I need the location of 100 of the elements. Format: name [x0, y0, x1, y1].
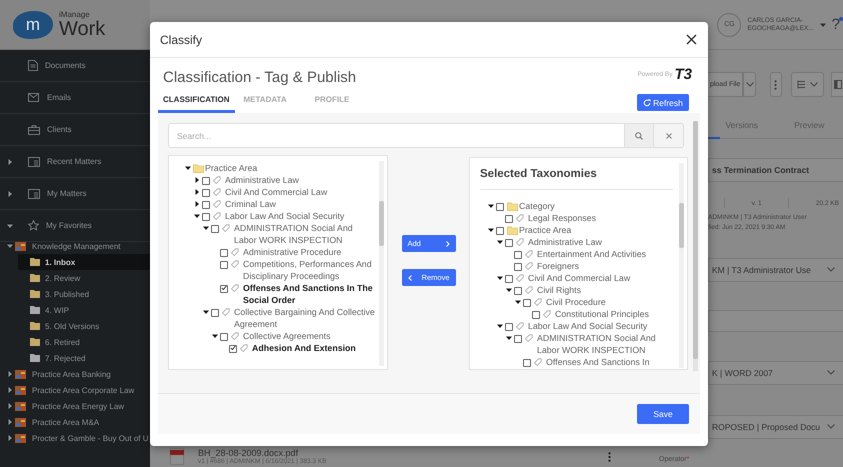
dropdown-button[interactable]: [743, 72, 756, 97]
folder-item[interactable]: 7. Rejected: [45, 354, 86, 362]
checkbox[interactable]: [496, 202, 504, 210]
tree-item-label[interactable]: Adhesion And Extension: [252, 342, 377, 354]
caret-icon[interactable]: [497, 323, 503, 329]
help-button[interactable]: ?: [832, 16, 840, 33]
view-button[interactable]: [790, 72, 824, 97]
checkbox[interactable]: [505, 274, 513, 282]
tree-item-label[interactable]: Practice Area: [519, 224, 679, 236]
tree-item-label[interactable]: Constitutional Principles: [555, 308, 679, 320]
checkbox[interactable]: [514, 334, 522, 342]
folder-item[interactable]: 4. WIP: [45, 306, 70, 314]
dropdown[interactable]: ROPOSED | Proposed Docu: [708, 414, 843, 439]
dropdown[interactable]: KM | T3 Administrator Use: [708, 258, 843, 282]
tree-item-label[interactable]: Practice Area: [205, 162, 377, 174]
favorite-item[interactable]: Procter & Gamble - Buy Out of U: [32, 434, 148, 442]
checkbox[interactable]: [532, 310, 540, 318]
title-field[interactable]: ss Termination Contract: [708, 158, 843, 182]
nav-item[interactable]: My Favorites: [46, 221, 92, 230]
tree-item-label[interactable]: Civil Rights: [537, 284, 679, 296]
checkbox[interactable]: [211, 224, 219, 232]
caret-icon[interactable]: [497, 275, 503, 281]
tree-item-label[interactable]: Legal Responses: [528, 212, 679, 224]
nav-item[interactable]: Documents: [45, 61, 86, 70]
nav-item[interactable]: My Matters: [47, 189, 87, 198]
checkbox[interactable]: [523, 298, 531, 306]
more-button[interactable]: [770, 72, 782, 97]
nav-item[interactable]: Emails: [47, 93, 72, 102]
caret-icon[interactable]: [506, 335, 512, 341]
caret-icon[interactable]: [203, 225, 209, 231]
tree-item-label[interactable]: ADMINISTRATION Social And Labor WORK INSPECTION: [234, 222, 377, 246]
tree-item-label[interactable]: Administrative Procedure: [243, 246, 377, 258]
panel-button[interactable]: [831, 72, 843, 97]
tree-item-label[interactable]: Collective Bargaining And Collective Agreement: [234, 306, 377, 330]
checkbox[interactable]: [220, 284, 228, 292]
checkbox[interactable]: [202, 188, 210, 196]
save-button[interactable]: Save: [637, 404, 689, 424]
nav-item[interactable]: Clients: [47, 125, 72, 134]
checkbox[interactable]: [202, 176, 210, 184]
checkbox[interactable]: [220, 248, 228, 256]
caret-icon[interactable]: [488, 227, 494, 233]
refresh-button[interactable]: Refresh: [637, 94, 689, 111]
tree-item-label[interactable]: Civil And Commercial Law: [225, 186, 377, 198]
tree-item-label[interactable]: Entertainment And Activities: [537, 248, 679, 260]
favorite-item[interactable]: Practice Area Banking: [32, 370, 111, 378]
favorite-item[interactable]: Practice Area M&A: [32, 418, 100, 426]
tree-item-label[interactable]: Collective Agreements: [243, 330, 377, 342]
tree-item-label[interactable]: Category: [519, 200, 679, 212]
checkbox[interactable]: [505, 322, 513, 330]
tree-item-label[interactable]: Civil And Commercial Law: [528, 272, 679, 284]
caret-icon[interactable]: [194, 177, 200, 183]
checkbox[interactable]: [202, 212, 210, 220]
tree-item-label[interactable]: Competitions, Performances And Disciplinary Proceedings: [243, 258, 377, 282]
caret-icon[interactable]: [194, 189, 200, 195]
dropdown[interactable]: K | WORD 2007: [708, 360, 843, 385]
folder-item[interactable]: 2. Review: [45, 274, 80, 282]
checkbox[interactable]: [220, 332, 228, 340]
tree-item-label[interactable]: Offenses And Sanctions In: [546, 356, 679, 368]
folder-item[interactable]: 5. Old Versions: [45, 322, 100, 330]
tree-item-label[interactable]: Criminal Law: [225, 198, 377, 210]
folder-item[interactable]: 3. Published: [45, 290, 90, 298]
checkbox[interactable]: [523, 358, 531, 366]
file-name[interactable]: BH_28-08-2009.docx.pdf: [198, 448, 608, 458]
search-field[interactable]: Search...: [168, 123, 624, 148]
favorite-item[interactable]: Knowledge Management: [32, 242, 121, 250]
checkbox[interactable]: [514, 250, 522, 258]
tree-item-label[interactable]: Offenses And Sanctions In The Social Order: [243, 282, 377, 306]
close-icon[interactable]: [686, 34, 697, 45]
tree-item-label[interactable]: Labor Law And Social Security: [528, 320, 679, 332]
tree-item-label[interactable]: Civil Procedure: [546, 296, 679, 308]
checkbox[interactable]: [505, 214, 513, 222]
tree-item-label[interactable]: Foreigners: [537, 260, 679, 272]
caret-icon[interactable]: [506, 287, 512, 293]
checkbox[interactable]: [211, 308, 219, 316]
tree-item-label[interactable]: Administrative Law: [225, 174, 377, 186]
checkbox[interactable]: [514, 262, 522, 270]
caret-icon[interactable]: [203, 309, 209, 315]
checkbox[interactable]: [202, 200, 210, 208]
tree-item-label[interactable]: Labor Law And Social Security: [225, 210, 377, 222]
checkbox[interactable]: [496, 226, 504, 234]
favorite-item[interactable]: Practice Area Corporate Law: [32, 386, 134, 394]
text-field[interactable]: [708, 310, 843, 332]
folder-item[interactable]: 1. Inbox: [45, 258, 76, 266]
caret-icon[interactable]: [488, 203, 494, 209]
nav-item[interactable]: Recent Matters: [47, 157, 102, 166]
caret-icon[interactable]: [194, 201, 200, 207]
tree-item-label[interactable]: Administrative Law: [528, 236, 679, 248]
caret-icon[interactable]: [497, 239, 503, 245]
caret-icon[interactable]: [194, 213, 200, 219]
caret-icon[interactable]: [212, 333, 218, 339]
caret-icon[interactable]: [515, 299, 521, 305]
checkbox[interactable]: [505, 238, 513, 246]
folder-item[interactable]: 6. Retired: [45, 338, 80, 346]
favorite-item[interactable]: Practice Area Energy Law: [32, 402, 124, 410]
checkbox[interactable]: [229, 344, 237, 352]
checkbox[interactable]: [220, 260, 228, 268]
tree-item-label[interactable]: ADMINISTRATION Social And Labor WORK INSPECTION: [537, 332, 679, 356]
kebab-icon[interactable]: [608, 452, 611, 462]
checkbox[interactable]: [514, 286, 522, 294]
caret-icon[interactable]: [185, 165, 191, 171]
